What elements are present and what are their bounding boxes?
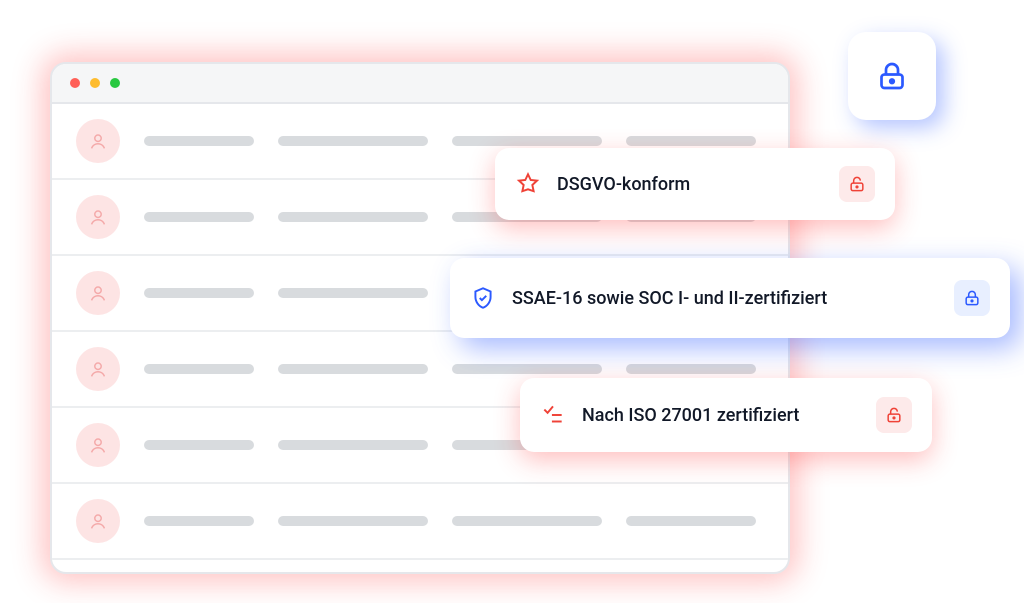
skeleton-bar	[452, 136, 602, 146]
avatar	[76, 347, 120, 391]
star-icon	[515, 171, 541, 197]
window-titlebar	[52, 64, 788, 104]
skeleton-bar	[452, 516, 602, 526]
compliance-label: Nach ISO 27001 zertifiziert	[582, 405, 799, 426]
shield-icon	[470, 285, 496, 311]
skeleton-bar	[144, 136, 254, 146]
compliance-card-ssae16: SSAE-16 sowie SOC I- und II-zertifiziert	[450, 258, 1010, 338]
avatar	[76, 423, 120, 467]
lock-icon	[962, 288, 982, 308]
lock-chip	[876, 397, 912, 433]
skeleton-bar	[278, 364, 428, 374]
skeleton-bar	[144, 364, 254, 374]
skeleton-bar	[278, 440, 428, 450]
close-icon[interactable]	[70, 78, 80, 88]
compliance-label: DSGVO-konform	[557, 174, 690, 195]
skeleton-bar	[144, 212, 254, 222]
lock-icon	[874, 58, 910, 94]
skeleton-bar	[278, 136, 428, 146]
skeleton-bar	[626, 136, 756, 146]
skeleton-bar	[452, 364, 602, 374]
lock-chip	[954, 280, 990, 316]
compliance-label: SSAE-16 sowie SOC I- und II-zertifiziert	[512, 288, 827, 309]
avatar	[76, 119, 120, 163]
avatar	[76, 499, 120, 543]
skeleton-bar	[144, 440, 254, 450]
skeleton-bar	[278, 288, 428, 298]
lock-icon	[884, 405, 904, 425]
avatar	[76, 271, 120, 315]
lock-icon	[847, 174, 867, 194]
skeleton-bar	[626, 516, 756, 526]
skeleton-bar	[144, 516, 254, 526]
maximize-icon[interactable]	[110, 78, 120, 88]
skeleton-bar	[626, 364, 756, 374]
lock-chip	[839, 166, 875, 202]
compliance-card-gdpr: DSGVO-konform	[495, 148, 895, 220]
checklist-icon	[540, 402, 566, 428]
minimize-icon[interactable]	[90, 78, 100, 88]
list-item[interactable]	[52, 484, 788, 560]
security-lock-badge	[848, 32, 936, 120]
skeleton-bar	[144, 288, 254, 298]
compliance-card-iso27001: Nach ISO 27001 zertifiziert	[520, 378, 932, 452]
skeleton-bar	[278, 212, 428, 222]
skeleton-bar	[278, 516, 428, 526]
avatar	[76, 195, 120, 239]
